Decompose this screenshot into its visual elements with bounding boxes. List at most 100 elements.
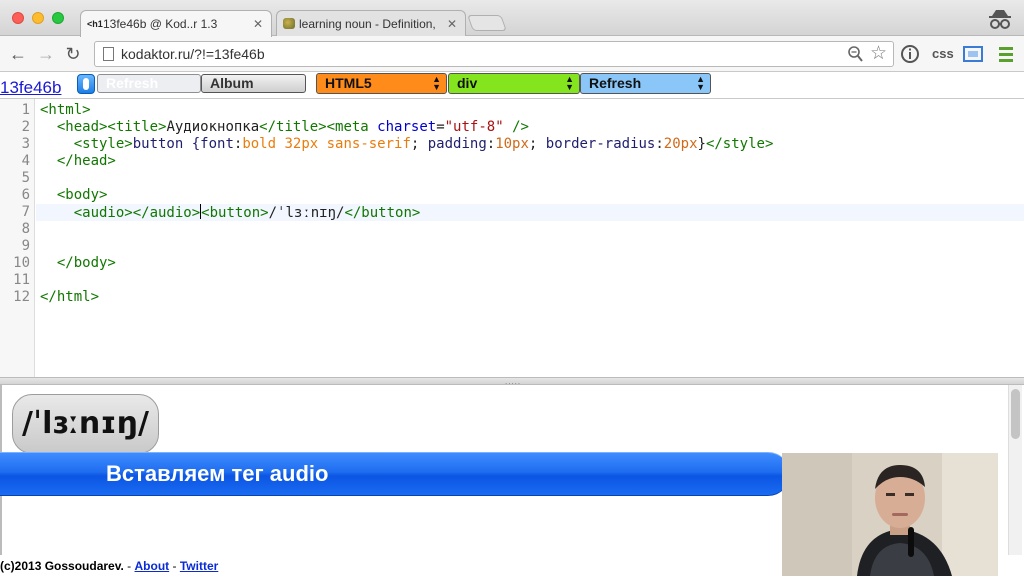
code-token: </title><meta bbox=[259, 119, 378, 135]
code-token: : bbox=[655, 136, 664, 152]
snippet-id-link[interactable]: 13fe46b bbox=[0, 78, 61, 98]
element-select[interactable]: div ▲ ▼ bbox=[448, 73, 580, 94]
tab-close-icon[interactable]: ✕ bbox=[447, 11, 457, 36]
code-line-1: <html> bbox=[40, 102, 91, 119]
back-arrow-icon[interactable]: ← bbox=[7, 43, 29, 65]
line-number: 2 bbox=[21, 119, 30, 135]
about-link[interactable]: About bbox=[135, 559, 170, 573]
app-toolbar: 13fe46b Refresh Album HTML5 ▲ ▼ div ▲ ▼ Re… bbox=[0, 72, 1024, 98]
footer-separator: - bbox=[169, 559, 180, 573]
forward-arrow-icon[interactable]: → bbox=[35, 43, 57, 65]
line-number-gutter: 1 2 3 4 5 6 7 8 9 10 11 12 bbox=[0, 99, 35, 380]
code-token: ; bbox=[528, 136, 546, 152]
code-token: </body> bbox=[40, 255, 116, 271]
preview-scrollbar[interactable] bbox=[1008, 385, 1022, 555]
code-editor[interactable]: 1 2 3 4 5 6 7 8 9 10 11 12 <html> <head>… bbox=[0, 98, 1024, 380]
code-token: <head><title> bbox=[40, 119, 167, 135]
code-token: <body> bbox=[40, 187, 108, 203]
doctype-select[interactable]: HTML5 ▲ ▼ bbox=[316, 73, 447, 94]
code-token: <audio></audio> bbox=[40, 205, 201, 221]
code-token: "utf-8" bbox=[444, 119, 504, 135]
code-token: <style> bbox=[40, 136, 133, 152]
twitter-link[interactable]: Twitter bbox=[180, 559, 218, 573]
copyright-text: (c)2013 Gossoudarev. bbox=[0, 559, 124, 573]
tab-learning-definition[interactable]: learning noun - Definition, ✕ bbox=[276, 10, 466, 36]
code-line-6: <body> bbox=[40, 187, 108, 204]
code-token: /> bbox=[503, 119, 529, 135]
select-arrows-icon: ▲ ▼ bbox=[696, 74, 705, 92]
code-token: </button> bbox=[344, 205, 421, 221]
code-token: charset bbox=[377, 119, 437, 135]
code-token: 20px bbox=[663, 136, 698, 152]
code-token: bold 32px sans-serif bbox=[242, 136, 411, 152]
code-token: } bbox=[697, 136, 706, 152]
code-token: = bbox=[436, 119, 445, 135]
tab-title: learning noun - Definition, bbox=[299, 17, 436, 31]
page-footer: (c)2013 Gossoudarev. - About - Twitter bbox=[0, 559, 782, 576]
code-token: button { bbox=[132, 136, 201, 152]
html-favicon-icon: <h1 bbox=[87, 19, 103, 29]
page-icon bbox=[103, 47, 114, 61]
window-maximize-button[interactable] bbox=[52, 12, 64, 24]
browser-toolbar: ← → ↻ kodaktor.ru/?!=13fe46b ☆ css bbox=[0, 36, 1024, 72]
line-number: 10 bbox=[13, 255, 30, 271]
select-arrows-icon: ▲ ▼ bbox=[565, 74, 574, 92]
line-number: 8 bbox=[21, 221, 30, 237]
code-line-12: </html> bbox=[40, 289, 99, 306]
album-button[interactable]: Album bbox=[201, 74, 306, 93]
code-line-3: <style>button {font: bold 32px sans-serif… bbox=[40, 136, 774, 153]
css-extension-icon[interactable]: css bbox=[932, 46, 954, 66]
window-minimize-button[interactable] bbox=[32, 12, 44, 24]
refresh-ghost-button[interactable]: Refresh bbox=[97, 74, 201, 93]
presenter-video-image bbox=[782, 453, 998, 576]
code-line-10: </body> bbox=[40, 255, 116, 272]
window-close-button[interactable] bbox=[12, 12, 24, 24]
caption-banner: Вставляем тег audio bbox=[0, 452, 790, 496]
window-resize-icon[interactable] bbox=[962, 44, 984, 64]
preview-audio-button[interactable]: /ˈlɜːnɪŋ/ bbox=[12, 394, 159, 454]
tab-close-icon[interactable]: ✕ bbox=[253, 11, 263, 37]
reload-icon[interactable]: ↻ bbox=[62, 43, 84, 65]
code-token: <html> bbox=[40, 102, 91, 118]
line-number: 1 bbox=[21, 102, 30, 118]
dictionary-favicon-icon bbox=[283, 18, 295, 29]
pane-splitter[interactable]: ..... bbox=[0, 377, 1024, 386]
element-select-value: div bbox=[457, 75, 478, 91]
refresh-select[interactable]: Refresh ▲ ▼ bbox=[580, 73, 711, 94]
refresh-select-value: Refresh bbox=[589, 75, 642, 91]
code-token: Аудиокнопка bbox=[166, 119, 260, 135]
info-icon[interactable] bbox=[900, 44, 920, 64]
new-tab-button[interactable] bbox=[467, 15, 507, 31]
footer-separator: - bbox=[123, 559, 135, 573]
line-number: 11 bbox=[13, 272, 30, 288]
code-token: </style> bbox=[705, 136, 774, 152]
tab-kodaktor[interactable]: <h1 13fe46b @ Kod..r 1.3 ✕ bbox=[80, 10, 272, 37]
line-number: 9 bbox=[21, 238, 30, 254]
line-number: 5 bbox=[21, 170, 30, 186]
select-arrows-icon: ▲ ▼ bbox=[432, 74, 441, 92]
zoom-icon[interactable] bbox=[847, 45, 863, 63]
menu-hamburger-icon[interactable] bbox=[998, 44, 1014, 64]
tab-title: 13fe46b @ Kod..r 1.3 bbox=[103, 17, 218, 31]
doctype-select-value: HTML5 bbox=[325, 75, 372, 91]
line-number: 4 bbox=[21, 153, 30, 169]
code-token: /ˈlɜːnɪŋ/ bbox=[268, 205, 345, 221]
code-token: border-radius bbox=[545, 136, 656, 152]
code-token: font bbox=[200, 136, 234, 152]
code-line-7: <audio></audio><button>/ˈlɜːnɪŋ/</button… bbox=[40, 204, 420, 222]
caption-text: Вставляем тег audio bbox=[106, 461, 329, 486]
line-number: 7 bbox=[21, 204, 30, 220]
code-token: padding bbox=[427, 136, 487, 152]
app-toggle-icon[interactable] bbox=[77, 74, 95, 94]
browser-tab-bar: <h1 13fe46b @ Kod..r 1.3 ✕ learning noun… bbox=[0, 0, 1024, 37]
bookmark-star-icon[interactable]: ☆ bbox=[870, 43, 887, 65]
code-token: </head> bbox=[40, 153, 116, 169]
webcam-inset bbox=[782, 453, 998, 576]
incognito-icon bbox=[989, 10, 1011, 29]
url-text[interactable]: kodaktor.ru/?!=13fe46b bbox=[121, 46, 265, 62]
code-token: <button> bbox=[201, 205, 269, 221]
code-line-2: <head><title>Аудиокнопка</title><meta ch… bbox=[40, 119, 529, 136]
scrollbar-thumb[interactable] bbox=[1011, 389, 1020, 439]
address-bar[interactable]: kodaktor.ru/?!=13fe46b ☆ bbox=[94, 41, 894, 67]
code-token: 10px bbox=[495, 136, 529, 152]
